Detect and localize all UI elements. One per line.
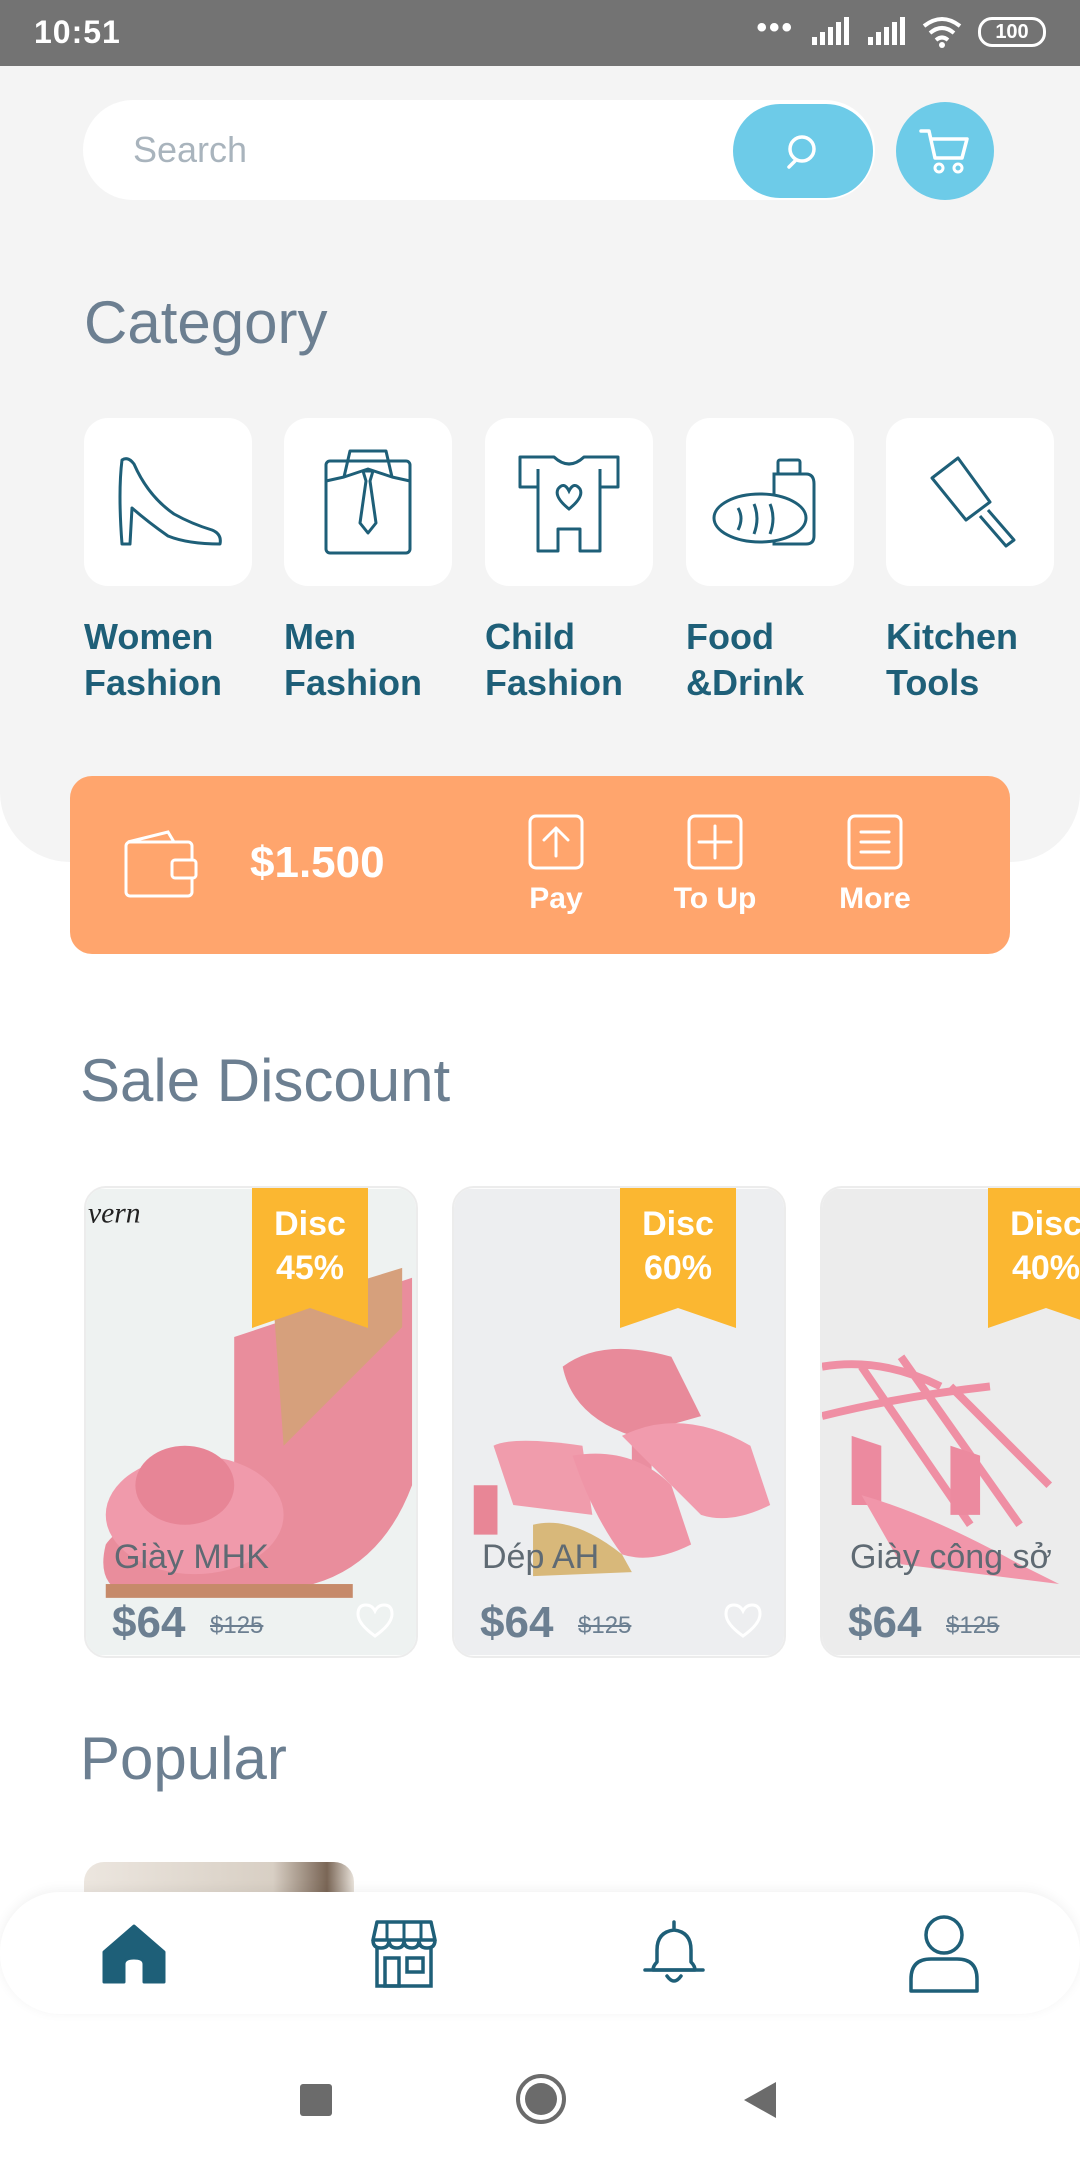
top-up-button[interactable]: To Up (655, 814, 775, 916)
recents-square-icon[interactable] (298, 2082, 334, 2118)
wallet-bar: $1.500 Pay To Up More (70, 776, 1010, 954)
sale-discount-title: Sale Discount (80, 1047, 451, 1114)
category-label: Kitchen Tools (886, 616, 1019, 703)
product-price: $64 (112, 1598, 186, 1647)
bell-icon (643, 1920, 705, 1983)
category-icon-box (284, 418, 452, 586)
category-icon-box (886, 418, 1054, 586)
product-card[interactable]: Disc 40% Giày công sở $64 $125 (820, 1186, 1080, 1658)
nav-profile[interactable] (894, 1906, 994, 2002)
category-child-fashion[interactable]: Child Fashion (485, 418, 655, 706)
nav-notifications[interactable] (624, 1906, 724, 2002)
search-button[interactable] (733, 104, 873, 198)
product-card[interactable]: vern Disc 45% Giày MHK $64 $125 (84, 1186, 418, 1658)
category-women-fashion[interactable]: Women Fashion (84, 418, 254, 706)
more-dots-icon: ••• (756, 11, 794, 44)
wallet-balance: $1.500 (250, 838, 385, 887)
category-title: Category (84, 289, 328, 356)
category-label: Men Fashion (284, 616, 423, 703)
heart-icon[interactable] (354, 1602, 396, 1640)
product-name: Dép AH (482, 1538, 600, 1576)
product-price: $64 (848, 1598, 922, 1647)
cleaver-icon (930, 456, 1016, 548)
category-label: Food &Drink (686, 616, 805, 703)
pay-button[interactable]: Pay (496, 814, 616, 916)
home-icon (102, 1924, 166, 1984)
product-old-price: $125 (946, 1612, 1000, 1639)
screen: 10:51 ••• 100 Search Category Women Fash… (0, 0, 1080, 2160)
product-price: $64 (480, 1598, 554, 1647)
product-old-price: $125 (578, 1612, 632, 1639)
back-triangle-icon[interactable] (742, 2080, 778, 2120)
nav-home[interactable] (84, 1906, 184, 2002)
category-icon-box (485, 418, 653, 586)
category-icon-box (686, 418, 854, 586)
category-label: Child Fashion (485, 616, 624, 703)
wallet-icon (124, 830, 198, 898)
cart-icon (919, 129, 969, 174)
discount-badge: Disc 60% (642, 1205, 714, 1287)
product-name: Giày công sở (850, 1538, 1052, 1576)
discount-badge: Disc 45% (274, 1205, 346, 1287)
category-label: Women Fashion (84, 616, 223, 703)
cart-button[interactable] (896, 102, 994, 200)
category-icon-box (84, 418, 252, 586)
category-kitchen-tools[interactable]: Kitchen Tools (886, 418, 1056, 706)
product-name: Giày MHK (114, 1538, 269, 1576)
store-icon (371, 1920, 437, 1988)
upload-arrow-icon (528, 814, 584, 870)
product-old-price: $125 (210, 1612, 264, 1639)
status-time: 10:51 (34, 14, 121, 50)
signal-icon (812, 17, 849, 45)
status-icons: ••• 100 (756, 12, 1046, 52)
home-circle-icon[interactable] (514, 2072, 568, 2126)
plus-square-icon (687, 814, 743, 870)
category-food-drink[interactable]: Food &Drink (686, 418, 856, 706)
discount-badge: Disc 40% (1010, 1205, 1080, 1287)
bread-bottle-icon (712, 458, 816, 546)
shirt-tie-icon (324, 449, 412, 555)
bottom-nav (0, 1892, 1080, 2014)
high-heel-icon (118, 457, 222, 546)
wifi-icon (922, 17, 962, 48)
category-men-fashion[interactable]: Men Fashion (284, 418, 454, 706)
search-bar[interactable] (83, 100, 875, 200)
system-nav-bar (0, 2032, 1080, 2160)
menu-lines-icon (847, 814, 903, 870)
search-input[interactable] (133, 100, 753, 200)
profile-icon (909, 1915, 979, 1993)
battery-icon: 100 (978, 17, 1046, 47)
top-up-label: To Up (673, 882, 757, 915)
pay-label: Pay (529, 882, 583, 915)
status-bar: 10:51 ••• 100 (0, 0, 1080, 66)
search-icon (787, 135, 816, 169)
popular-title: Popular (80, 1725, 287, 1792)
more-label: More (839, 882, 911, 915)
signal-icon-2 (868, 17, 905, 45)
more-button[interactable]: More (815, 814, 935, 916)
nav-store[interactable] (354, 1906, 454, 2002)
heart-icon[interactable] (722, 1602, 764, 1640)
svg-text:vern: vern (88, 1197, 141, 1229)
baby-onesie-icon (518, 455, 620, 553)
product-card[interactable]: Disc 60% Dép AH $64 $125 (452, 1186, 786, 1658)
